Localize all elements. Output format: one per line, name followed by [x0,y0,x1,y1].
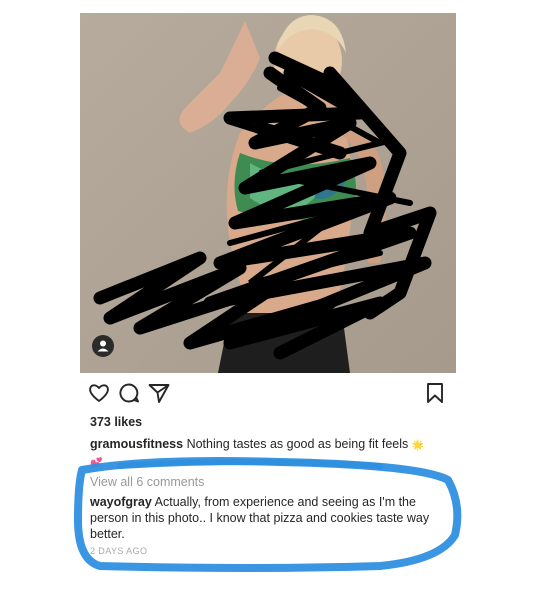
like-button[interactable] [86,380,112,406]
bookmark-icon [427,383,443,403]
likes-count[interactable]: 373 likes [90,415,142,429]
photo-image [80,13,456,373]
share-button[interactable] [146,380,172,406]
user-tag-button[interactable] [92,335,114,357]
comment-item: wayofgray Actually, from experience and … [90,494,440,542]
post-timestamp: 2 DAYS AGO [90,546,148,556]
person-icon [97,340,109,352]
heart-icon [89,384,109,402]
comment-button[interactable] [116,380,142,406]
save-button[interactable] [422,380,448,406]
share-icon [148,384,170,403]
caption-text: Nothing tastes as good as being fit feel… [186,437,409,451]
view-all-comments-link[interactable]: View all 6 comments [90,475,204,489]
post-caption: gramousfitness Nothing tastes as good as… [90,436,430,472]
post-photo[interactable] [80,13,456,373]
caption-username[interactable]: gramousfitness [90,437,183,451]
post-actions-bar [80,380,456,410]
comment-username[interactable]: wayofgray [90,495,152,509]
comment-icon [119,383,139,403]
